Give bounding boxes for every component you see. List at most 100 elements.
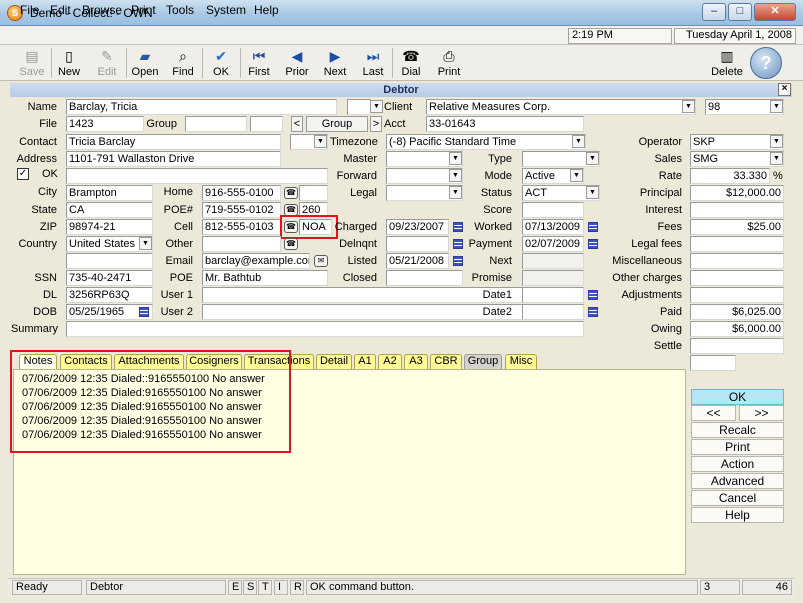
fees-field[interactable]: $25.00 — [690, 219, 784, 235]
new-button[interactable]: ▯ New — [51, 47, 87, 80]
settle-field[interactable] — [690, 338, 784, 354]
ok-side-button[interactable]: OK — [691, 389, 784, 405]
chevron-down-icon[interactable]: ▼ — [449, 169, 462, 182]
rate-field[interactable]: 33.330 — [690, 168, 770, 184]
menu-file[interactable]: File — [20, 3, 39, 17]
extra-field[interactable] — [66, 253, 153, 269]
score-field[interactable] — [522, 202, 584, 218]
email-field[interactable]: barclay@example.com — [202, 253, 310, 269]
paid-field[interactable]: $6,025.00 — [690, 304, 784, 320]
menu-browse[interactable]: Browse — [82, 3, 122, 17]
home-ext-field[interactable] — [299, 185, 328, 201]
chevron-down-icon[interactable]: ▼ — [770, 135, 783, 148]
edit-button[interactable]: ✎ Edit — [89, 47, 125, 80]
acct-field[interactable]: 33-01643 — [426, 116, 584, 132]
find-button[interactable]: ⌕ Find — [165, 47, 201, 80]
payment-field[interactable]: 02/07/2009 — [522, 236, 584, 252]
worked-field[interactable]: 07/13/2009 — [522, 219, 584, 235]
name-extra-field[interactable] — [347, 99, 371, 115]
chevron-down-icon[interactable]: ▼ — [682, 100, 695, 113]
calendar-icon[interactable] — [588, 222, 598, 232]
zip-field[interactable]: 98974-21 — [66, 219, 153, 235]
owing-field[interactable]: $6,000.00 — [690, 321, 784, 337]
phone-icon[interactable]: ☎ — [284, 238, 298, 250]
date1-field[interactable] — [522, 287, 584, 303]
phone-icon[interactable]: ☎ — [284, 187, 298, 199]
print-side-button[interactable]: Print — [691, 439, 784, 455]
closed-field[interactable] — [386, 270, 463, 286]
home-phone-field[interactable]: 916-555-0100 — [202, 185, 281, 201]
open-button[interactable]: ▰ Open — [127, 47, 163, 80]
chevron-down-icon[interactable]: ▼ — [370, 100, 383, 113]
state-field[interactable]: CA — [66, 202, 153, 218]
tab-group[interactable]: Group — [464, 354, 502, 369]
name-field[interactable]: Barclay, Tricia — [66, 99, 337, 115]
help-button[interactable]: Help — [691, 507, 784, 523]
calendar-icon[interactable] — [139, 307, 149, 317]
chevron-down-icon[interactable]: ▼ — [770, 100, 783, 113]
city-field[interactable]: Brampton — [66, 185, 153, 201]
charged-field[interactable]: 09/23/2007 — [386, 219, 449, 235]
settle-extra-field[interactable] — [690, 355, 736, 371]
maximize-button[interactable]: □ — [728, 3, 752, 21]
group-field[interactable] — [185, 116, 247, 132]
poe-field[interactable]: Mr. Bathtub — [202, 270, 328, 286]
menu-tools[interactable]: Tools — [166, 3, 194, 17]
tab-misc[interactable]: Misc — [505, 354, 537, 369]
menu-print[interactable]: Print — [131, 3, 156, 17]
listed-field[interactable]: 05/21/2008 — [386, 253, 449, 269]
help-icon[interactable]: ? — [750, 47, 782, 79]
menu-help[interactable]: Help — [254, 3, 279, 17]
close-button[interactable]: ✕ — [754, 3, 796, 21]
group-button[interactable]: Group — [306, 116, 368, 132]
tab-detail[interactable]: Detail — [316, 354, 352, 369]
calendar-icon[interactable] — [588, 239, 598, 249]
other-charges-field[interactable] — [690, 270, 784, 286]
address-field-2[interactable] — [66, 168, 328, 184]
group-prev-button[interactable]: < — [291, 116, 303, 132]
ok-button[interactable]: ✔ OK — [203, 47, 239, 80]
contact-field[interactable]: Tricia Barclay — [66, 134, 281, 150]
tab-cbr[interactable]: CBR — [430, 354, 462, 369]
principal-field[interactable]: $12,000.00 — [690, 185, 784, 201]
calendar-icon[interactable] — [453, 239, 463, 249]
client-field[interactable]: Relative Measures Corp. — [426, 99, 696, 115]
miscellaneous-field[interactable] — [690, 253, 784, 269]
calendar-icon[interactable] — [453, 256, 463, 266]
chevron-down-icon[interactable]: ▼ — [570, 169, 583, 182]
tab-a1[interactable]: A1 — [354, 354, 376, 369]
tab-a3[interactable]: A3 — [404, 354, 428, 369]
dl-field[interactable]: 3256RP63Q — [66, 287, 153, 303]
chevron-down-icon[interactable]: ▼ — [586, 186, 599, 199]
address-field[interactable]: 1101-791 Wallaston Drive — [66, 151, 281, 167]
print-button[interactable]: ⎙ Print — [431, 47, 467, 80]
chevron-down-icon[interactable]: ▼ — [586, 152, 599, 165]
calendar-icon[interactable] — [453, 222, 463, 232]
chevron-down-icon[interactable]: ▼ — [314, 135, 327, 148]
legal-fees-field[interactable] — [690, 236, 784, 252]
dial-button[interactable]: ☎ Dial — [393, 47, 429, 80]
chevron-down-icon[interactable]: ▼ — [139, 237, 152, 250]
next-button[interactable]: ▶ Next — [317, 47, 353, 80]
cell-phone-field[interactable]: 812-555-0103 — [202, 219, 281, 235]
prior-button[interactable]: ◀ Prior — [279, 47, 315, 80]
chevron-down-icon[interactable]: ▼ — [449, 152, 462, 165]
first-button[interactable]: ⏮ First — [241, 47, 277, 80]
chevron-down-icon[interactable]: ▼ — [572, 135, 585, 148]
calendar-icon[interactable] — [588, 290, 598, 300]
poe-phone-field[interactable]: 719-555-0102 — [202, 202, 281, 218]
tab-a2[interactable]: A2 — [378, 354, 402, 369]
other-phone-field[interactable] — [202, 236, 281, 252]
timezone-field[interactable]: (-8) Pacific Standard Time — [386, 134, 586, 150]
advanced-button[interactable]: Advanced — [691, 473, 784, 489]
delete-button[interactable]: ▥ Delete — [709, 47, 745, 80]
action-button[interactable]: Action — [691, 456, 784, 472]
date2-field[interactable] — [522, 304, 584, 320]
minimize-button[interactable]: – — [702, 3, 726, 21]
panel-close-button[interactable]: × — [778, 83, 791, 96]
chevron-down-icon[interactable]: ▼ — [449, 186, 462, 199]
save-button[interactable]: ▤ Save — [14, 47, 50, 80]
prev-side-button[interactable]: << — [691, 405, 736, 421]
next-side-button[interactable]: >> — [739, 405, 784, 421]
menu-system[interactable]: System — [206, 3, 246, 17]
